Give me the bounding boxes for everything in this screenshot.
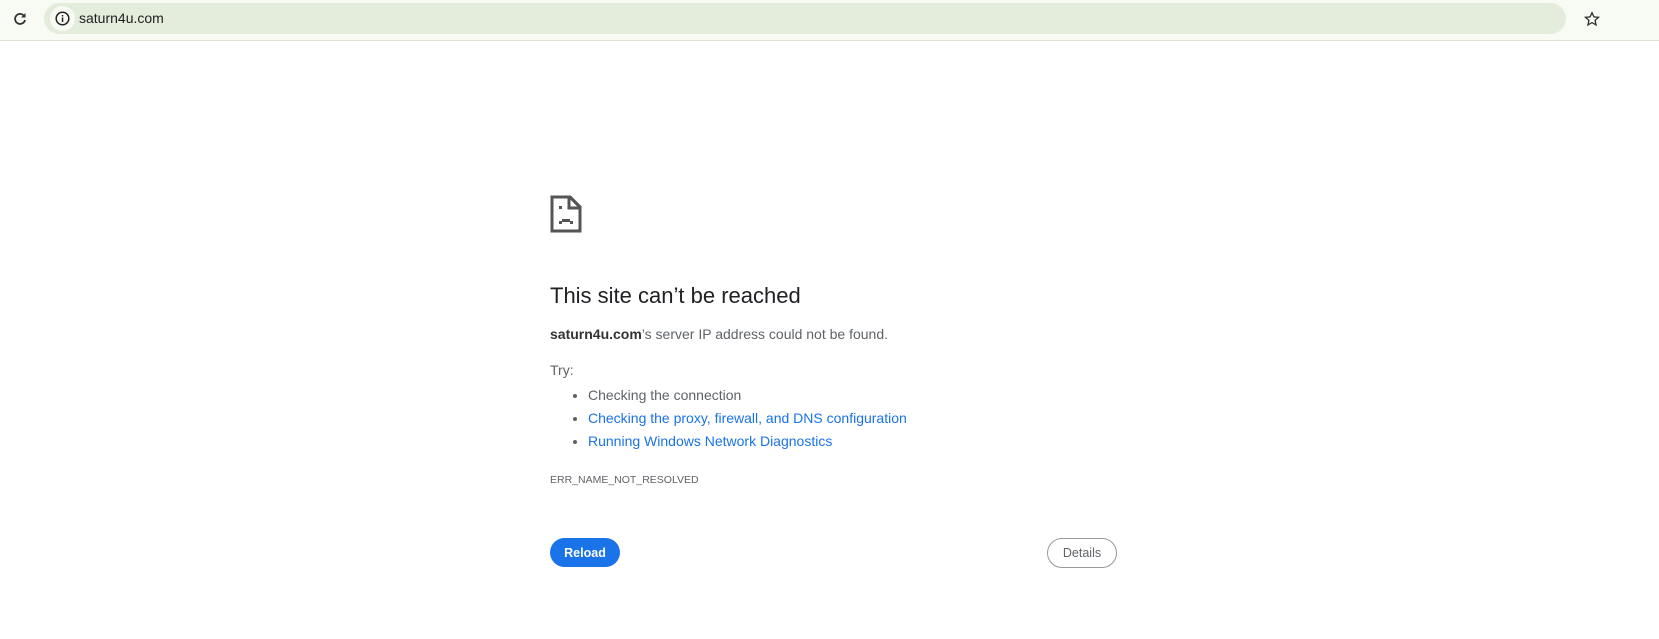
proxy-firewall-dns-link[interactable]: Checking the proxy, firewall, and DNS co… bbox=[588, 410, 907, 426]
error-description: saturn4u.com’s server IP address could n… bbox=[550, 326, 1120, 342]
browser-toolbar: saturn4u.com bbox=[0, 0, 1659, 41]
error-host: saturn4u.com bbox=[550, 326, 642, 342]
button-row: Reload Details bbox=[550, 538, 1120, 570]
error-code: ERR_NAME_NOT_RESOLVED bbox=[550, 474, 699, 486]
suggestion-text: Checking the connection bbox=[588, 387, 742, 403]
error-message: ’s server IP address could not be found. bbox=[641, 326, 889, 342]
reload-button[interactable]: Reload bbox=[550, 538, 620, 567]
error-title: This site can’t be reached bbox=[550, 283, 801, 308]
suggestion-item: Running Windows Network Diagnostics bbox=[588, 430, 1120, 453]
suggestions-list: Checking the connection Checking the pro… bbox=[550, 384, 1120, 453]
bookmark-star-icon[interactable] bbox=[1583, 11, 1601, 32]
address-bar[interactable]: saturn4u.com bbox=[44, 3, 1601, 34]
details-button[interactable]: Details bbox=[1047, 538, 1117, 568]
reload-icon[interactable] bbox=[10, 9, 30, 29]
error-page: This site can’t be reached saturn4u.com’… bbox=[550, 195, 1120, 570]
sad-page-icon bbox=[550, 195, 582, 233]
suggestion-item: Checking the connection bbox=[588, 384, 1120, 407]
network-diagnostics-link[interactable]: Running Windows Network Diagnostics bbox=[588, 433, 832, 449]
url-text[interactable]: saturn4u.com bbox=[79, 10, 164, 26]
info-icon[interactable] bbox=[50, 6, 75, 31]
suggestion-item: Checking the proxy, firewall, and DNS co… bbox=[588, 407, 1120, 430]
try-label: Try: bbox=[550, 362, 574, 378]
